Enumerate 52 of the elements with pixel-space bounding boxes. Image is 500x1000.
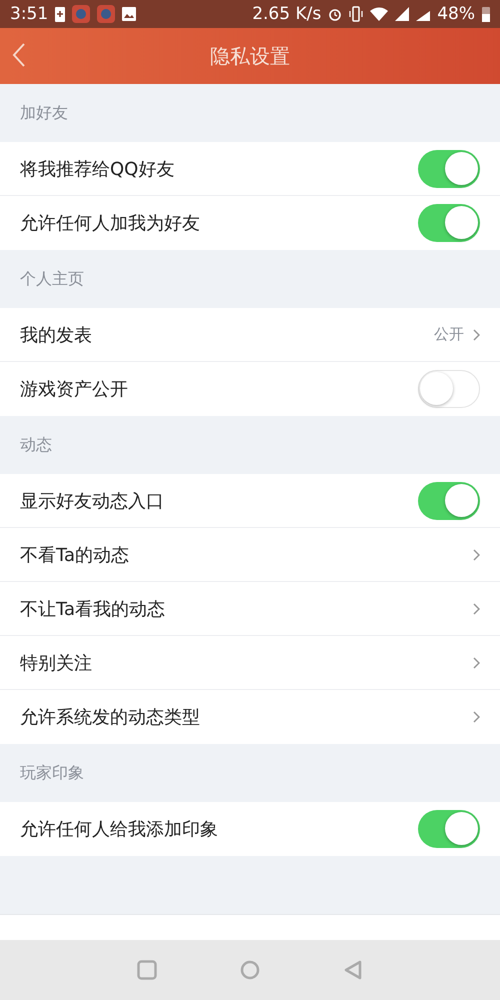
settings-row[interactable]: 我的发表 公开 [0,308,500,362]
settings-row[interactable]: 允许任何人加我为好友 [0,196,500,250]
vibrate-icon [349,6,364,22]
chevron-right-icon [472,548,480,560]
signal-icon [395,7,410,21]
section-header: 动态 [20,434,52,456]
app-notification-icon [97,5,116,23]
page-title: 隐私设置 [210,42,290,70]
toggle-switch[interactable] [418,150,480,188]
row-label: 显示好友动态入口 [20,490,165,512]
back-nav-button[interactable] [343,960,363,980]
settings-row[interactable]: 允许系统发的动态类型 [0,690,500,744]
settings-row[interactable]: 不让Ta看我的动态 [0,582,500,636]
row-label: 允许任何人给我添加印象 [20,818,219,841]
settings-row[interactable]: 游戏资产公开 [0,362,500,416]
settings-row[interactable]: 特别关注 [0,636,500,690]
home-button[interactable] [240,960,260,980]
chevron-right-icon [472,602,480,614]
settings-row[interactable]: 将我推荐给QQ好友 [0,142,500,196]
row-value: 公开 [434,325,464,344]
row-label: 允许任何人加我为好友 [20,212,201,235]
toggle-switch[interactable] [418,204,480,242]
row-label: 不让Ta看我的动态 [20,598,166,620]
row-label: 不看Ta的动态 [20,544,130,566]
battery-charging-icon [55,6,66,22]
chevron-right-icon [472,328,480,340]
battery-icon [482,6,490,22]
wifi-icon [370,7,388,21]
back-button[interactable] [12,42,26,68]
settings-row[interactable]: 显示好友动态入口 [0,474,500,528]
section-header: 个人主页 [20,268,84,290]
toggle-switch[interactable] [418,482,480,520]
settings-row[interactable]: 允许任何人给我添加印象 [0,802,500,856]
alarm-icon [328,7,342,21]
row-label: 游戏资产公开 [20,378,129,401]
chevron-right-icon [472,656,480,668]
app-notification-icon [72,5,90,23]
row-label: 特别关注 [20,652,93,674]
row-label: 允许系统发的动态类型 [20,706,201,729]
row-label: 我的发表 [20,324,93,346]
network-speed: 2.65 K/s [252,4,322,24]
settings-row[interactable]: 不看Ta的动态 [0,528,500,582]
battery-percent: 48% [437,4,475,24]
chevron-right-icon [472,711,480,723]
row-label: 将我推荐给QQ好友 [20,158,176,180]
section-header: 玩家印象 [20,762,84,784]
toggle-switch[interactable] [418,810,480,848]
section-header: 加好友 [20,102,68,124]
toggle-switch[interactable] [418,370,480,408]
clock: 3:51 [10,4,48,24]
recent-apps-button[interactable] [137,960,157,980]
image-icon [122,7,136,21]
